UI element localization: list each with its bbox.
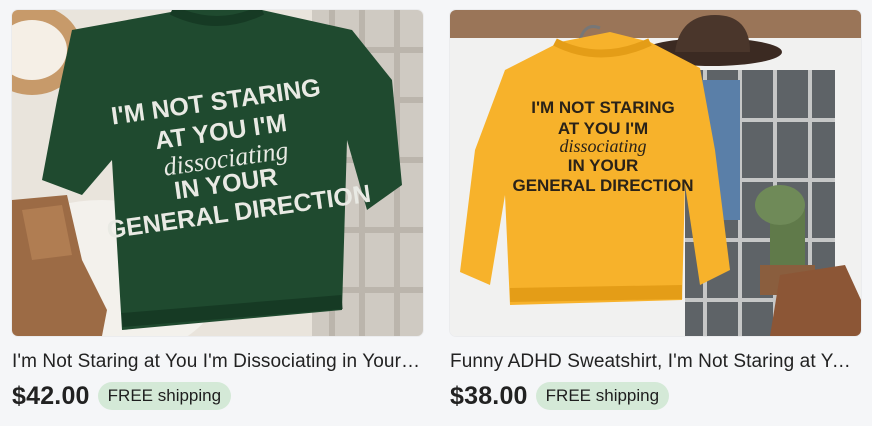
free-shipping-badge: FREE shipping: [97, 382, 232, 410]
svg-text:I'M NOT STARING: I'M NOT STARING: [531, 98, 675, 117]
listing-image[interactable]: I'M NOT STARING AT YOU I'M dissociating …: [12, 10, 423, 336]
listing-image[interactable]: I'M NOT STARING AT YOU I'M dissociating …: [450, 10, 861, 336]
price-row: $38.00 FREE shipping: [450, 380, 861, 412]
listing-title[interactable]: I'm Not Staring at You I'm Dissociating …: [12, 350, 423, 374]
price-row: $42.00 FREE shipping: [12, 380, 423, 412]
listing-card[interactable]: I'M NOT STARING AT YOU I'M dissociating …: [450, 10, 861, 412]
listing-title[interactable]: Funny ADHD Sweatshirt, I'm Not Staring a…: [450, 350, 861, 374]
listing-price: $38.00: [450, 381, 528, 410]
green-sweatshirt-image: I'M NOT STARING AT YOU I'M dissociating …: [12, 10, 423, 336]
free-shipping-badge: FREE shipping: [535, 382, 670, 410]
listing-price: $42.00: [12, 381, 90, 410]
listing-card[interactable]: I'M NOT STARING AT YOU I'M dissociating …: [12, 10, 423, 412]
svg-text:dissociating: dissociating: [559, 136, 646, 156]
yellow-sweatshirt-image: I'M NOT STARING AT YOU I'M dissociating …: [450, 10, 861, 336]
svg-text:IN YOUR: IN YOUR: [568, 156, 639, 175]
svg-text:GENERAL DIRECTION: GENERAL DIRECTION: [512, 176, 693, 195]
